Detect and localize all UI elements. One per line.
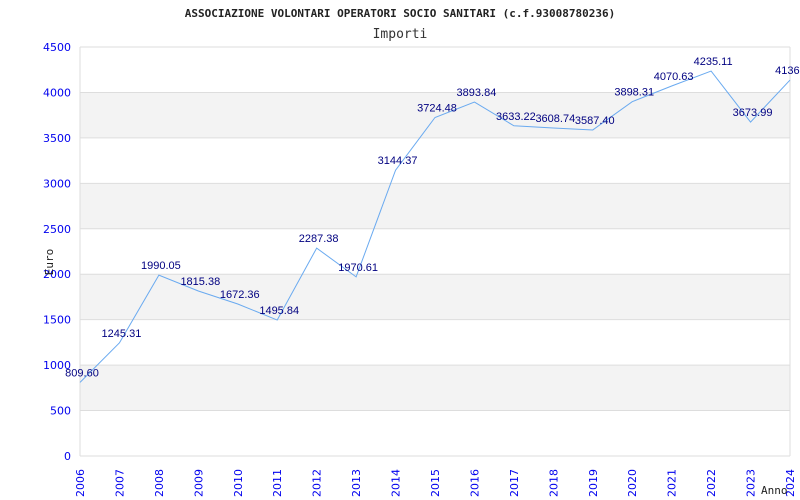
chart-subtitle: Importi xyxy=(373,27,428,42)
y-tick-label: 4500 xyxy=(43,41,71,54)
chart-title: ASSOCIAZIONE VOLONTARI OPERATORI SOCIO S… xyxy=(185,7,615,20)
x-tick-label: 2015 xyxy=(429,469,442,497)
data-label: 4136.0 xyxy=(775,65,800,77)
data-label: 1245.31 xyxy=(102,328,142,340)
grid-band xyxy=(80,92,790,138)
x-tick-label: 2018 xyxy=(547,469,560,497)
y-tick-label: 500 xyxy=(50,405,71,418)
x-tick-label: 2011 xyxy=(271,469,284,497)
y-axis-label: Euro xyxy=(43,249,56,276)
x-tick-label: 2019 xyxy=(587,469,600,497)
grid-band xyxy=(80,183,790,229)
x-tick-label: 2008 xyxy=(153,469,166,497)
data-label: 3587.40 xyxy=(575,115,615,127)
y-tick-label: 2500 xyxy=(43,223,71,236)
data-label: 3633.22 xyxy=(496,111,536,123)
data-label: 1672.36 xyxy=(220,289,260,301)
x-tick-label: 2016 xyxy=(468,469,481,497)
x-tick-label: 2021 xyxy=(666,469,679,497)
x-tick-label: 2022 xyxy=(705,469,718,497)
y-tick-label: 0 xyxy=(64,450,71,463)
x-tick-label: 2023 xyxy=(745,469,758,497)
x-tick-label: 2010 xyxy=(232,469,245,497)
data-label: 2287.38 xyxy=(299,233,339,245)
chart: ASSOCIAZIONE VOLONTARI OPERATORI SOCIO S… xyxy=(0,0,800,500)
data-label: 4070.63 xyxy=(654,71,694,83)
line-chart: ASSOCIAZIONE VOLONTARI OPERATORI SOCIO S… xyxy=(43,7,800,497)
y-tick-label: 3000 xyxy=(43,177,71,190)
x-tick-label: 2020 xyxy=(626,469,639,497)
x-tick-label: 2006 xyxy=(74,469,87,497)
x-axis-label: Anno xyxy=(761,484,788,497)
data-label: 4235.11 xyxy=(694,56,733,68)
x-tick-label: 2014 xyxy=(390,469,403,497)
data-label: 3893.84 xyxy=(457,87,497,99)
data-label: 1495.84 xyxy=(259,305,299,317)
data-label: 1990.05 xyxy=(141,260,181,272)
data-label: 3608.74 xyxy=(535,113,575,125)
x-tick-label: 2013 xyxy=(350,469,363,497)
y-tick-label: 1500 xyxy=(43,314,71,327)
x-tick-label: 2012 xyxy=(311,469,324,497)
data-label: 3673.99 xyxy=(733,107,773,119)
data-label: 1815.38 xyxy=(180,276,220,288)
data-label: 3724.48 xyxy=(417,102,457,114)
y-tick-label: 3500 xyxy=(43,132,71,145)
grid-band xyxy=(80,365,790,411)
x-tick-label: 2017 xyxy=(508,469,521,497)
data-label: 809.60 xyxy=(65,367,99,379)
x-tick-label: 2009 xyxy=(192,469,205,497)
y-tick-label: 4000 xyxy=(43,86,71,99)
data-label: 1970.61 xyxy=(338,262,378,274)
x-tick-label: 2007 xyxy=(113,469,126,497)
data-label: 3898.31 xyxy=(614,87,654,99)
data-label: 3144.37 xyxy=(378,155,418,167)
